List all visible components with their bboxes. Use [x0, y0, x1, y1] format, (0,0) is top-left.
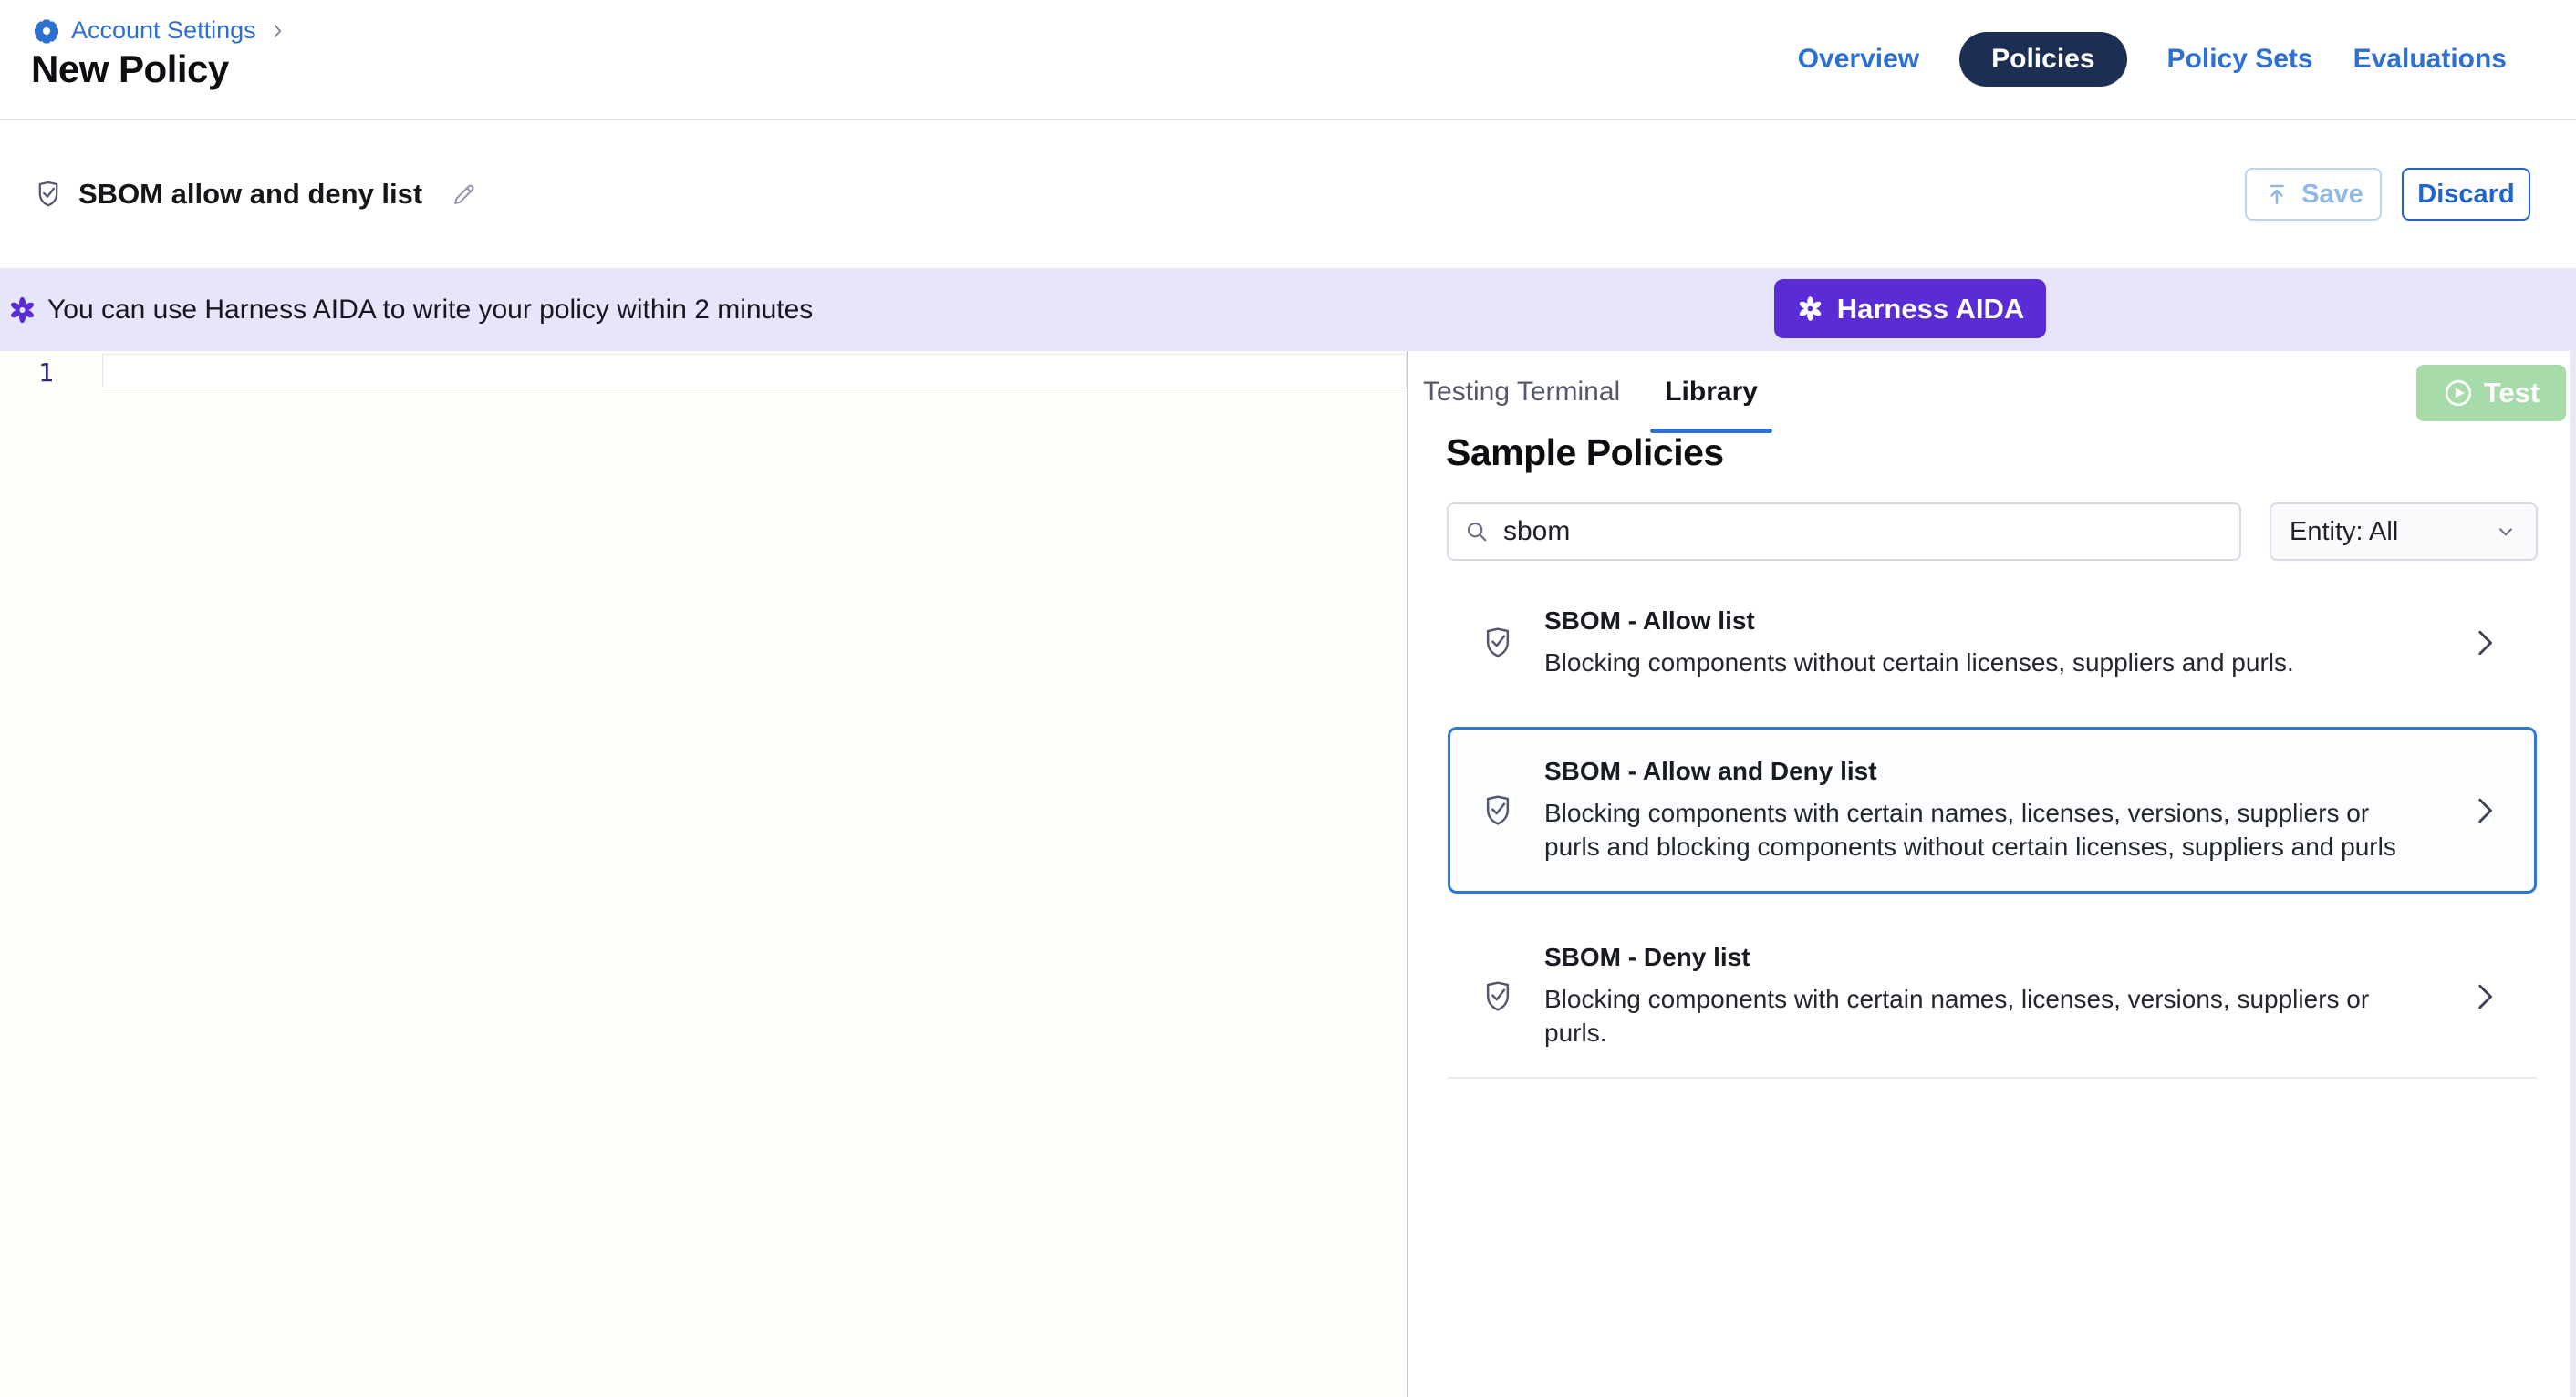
policy-card-description: Blocking components without certain lice… [1544, 646, 2411, 679]
policy-card-body: SBOM - Allow and Deny list Blocking comp… [1544, 757, 2473, 864]
breadcrumb: Account Settings [33, 16, 287, 45]
upload-icon [2263, 181, 2290, 208]
chevron-right-icon [2473, 795, 2497, 826]
test-button-label: Test [2484, 377, 2540, 409]
page-title: New Policy [31, 47, 229, 91]
chevron-right-icon [267, 21, 287, 41]
tab-testing-terminal[interactable]: Testing Terminal [1423, 377, 1620, 408]
shield-check-icon [33, 179, 64, 210]
search-box [1447, 502, 2241, 561]
aida-sparkle-icon [1796, 295, 1824, 323]
library-filters: Entity: All [1447, 502, 2538, 561]
pencil-icon[interactable] [450, 180, 479, 209]
chevron-right-icon [2473, 627, 2497, 658]
aida-banner-message: You can use Harness AIDA to write your p… [47, 295, 813, 326]
library-panel: Testing Terminal Library Test Sample Pol… [1408, 351, 2576, 1397]
discard-button-label: Discard [2417, 180, 2514, 210]
shield-check-icon [1480, 625, 1516, 661]
save-button[interactable]: Save [2245, 168, 2382, 221]
test-button[interactable]: Test [2416, 365, 2566, 421]
shield-check-icon [1480, 978, 1516, 1015]
editor-line-number: 1 [38, 357, 54, 388]
tab-overview[interactable]: Overview [1798, 44, 1919, 75]
policy-card-body: SBOM - Deny list Blocking components wit… [1544, 943, 2473, 1050]
editor-current-line[interactable] [102, 354, 1407, 388]
entity-filter-dropdown[interactable]: Entity: All [2270, 502, 2538, 561]
code-editor[interactable]: 1 [0, 351, 1408, 1397]
tab-library[interactable]: Library [1665, 377, 1758, 408]
policy-actions: Save Discard [2245, 168, 2530, 221]
policy-action-bar: SBOM allow and deny list Save Discard [0, 120, 2576, 268]
policy-name: SBOM allow and deny list [78, 178, 422, 211]
aida-banner: You can use Harness AIDA to write your p… [0, 268, 2576, 351]
search-icon [1463, 518, 1491, 545]
tab-evaluations[interactable]: Evaluations [2353, 44, 2507, 75]
policy-card-body: SBOM - Allow list Blocking components wi… [1544, 606, 2473, 679]
discard-button[interactable]: Discard [2402, 168, 2530, 221]
tab-policies[interactable]: Policies [1959, 32, 2126, 87]
aida-sparkle-icon [7, 295, 37, 325]
sample-policy-list: SBOM - Allow list Blocking components wi… [1448, 579, 2537, 1079]
entity-filter-value: Entity: All [2290, 517, 2398, 547]
policy-card-sbom-allow-and-deny-list[interactable]: SBOM - Allow and Deny list Blocking comp… [1448, 727, 2537, 894]
policy-card-description: Blocking components with certain names, … [1544, 982, 2411, 1050]
search-input[interactable] [1503, 516, 2225, 547]
policy-name-group: SBOM allow and deny list [33, 178, 479, 211]
breadcrumb-link-account-settings[interactable]: Account Settings [71, 16, 256, 45]
new-policy-page: Account Settings New Policy Overview Pol… [0, 0, 2576, 1397]
page-header: Account Settings New Policy Overview Pol… [0, 0, 2576, 120]
gear-icon [33, 17, 60, 45]
top-nav-tabs: Overview Policies Policy Sets Evaluation… [1798, 0, 2507, 119]
tab-policy-sets[interactable]: Policy Sets [2167, 44, 2313, 75]
harness-aida-button-label: Harness AIDA [1837, 293, 2025, 326]
policy-card-sbom-deny-list[interactable]: SBOM - Deny list Blocking components wit… [1448, 916, 2537, 1079]
chevron-right-icon [2473, 981, 2497, 1012]
policy-card-title: SBOM - Deny list [1544, 943, 2446, 972]
scrollbar[interactable] [2570, 351, 2576, 1397]
sample-policies-heading: Sample Policies [1446, 431, 1724, 474]
shield-check-icon [1480, 792, 1516, 829]
harness-aida-button[interactable]: Harness AIDA [1774, 279, 2046, 338]
save-button-label: Save [2301, 180, 2363, 210]
panel-tabs: Testing Terminal Library [1423, 377, 1758, 408]
policy-card-title: SBOM - Allow list [1544, 606, 2446, 636]
workspace: 1 Testing Terminal Library Test Sample P… [0, 351, 2576, 1397]
policy-card-sbom-allow-list[interactable]: SBOM - Allow list Blocking components wi… [1448, 579, 2537, 707]
policy-card-title: SBOM - Allow and Deny list [1544, 757, 2446, 786]
chevron-down-icon [2494, 520, 2518, 543]
play-circle-icon [2443, 378, 2474, 409]
policy-card-description: Blocking components with certain names, … [1544, 796, 2411, 864]
